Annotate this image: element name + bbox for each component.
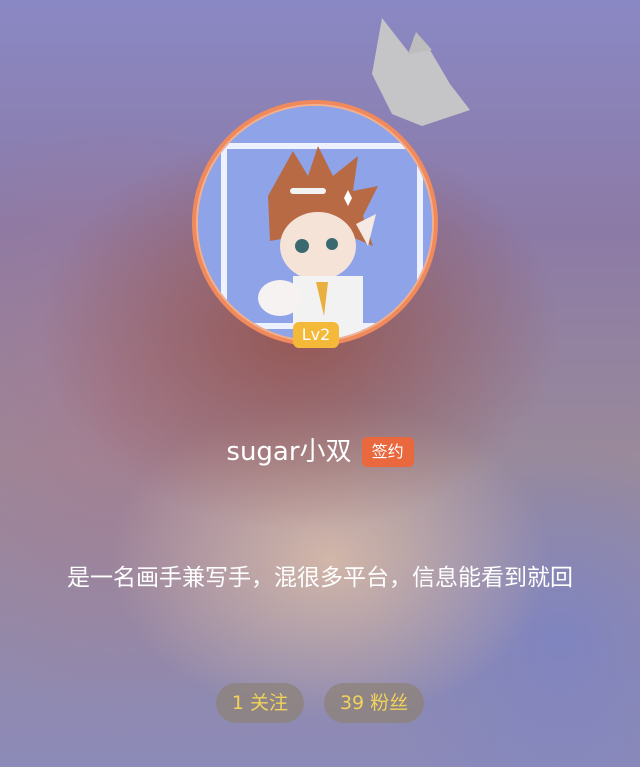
username: sugar小双	[226, 437, 352, 467]
level-badge: Lv2	[293, 322, 339, 348]
followers-count-button[interactable]: 39 粉丝	[323, 683, 425, 723]
avatar[interactable]	[192, 100, 438, 346]
bio-text: 是一名画手兼写手，混很多平台，信息能看到就回	[67, 565, 573, 591]
name-row: sugar小双 签约	[0, 432, 640, 472]
followers-label: 粉丝	[370, 692, 409, 714]
avatar-image	[198, 106, 432, 340]
stats-row: 1 关注 39 粉丝	[0, 683, 640, 723]
followers-count: 39	[339, 692, 365, 714]
following-count: 1	[231, 692, 244, 714]
following-count-button[interactable]: 1 关注	[215, 683, 304, 723]
following-label: 关注	[249, 692, 288, 714]
signed-badge: 签约	[361, 437, 414, 467]
